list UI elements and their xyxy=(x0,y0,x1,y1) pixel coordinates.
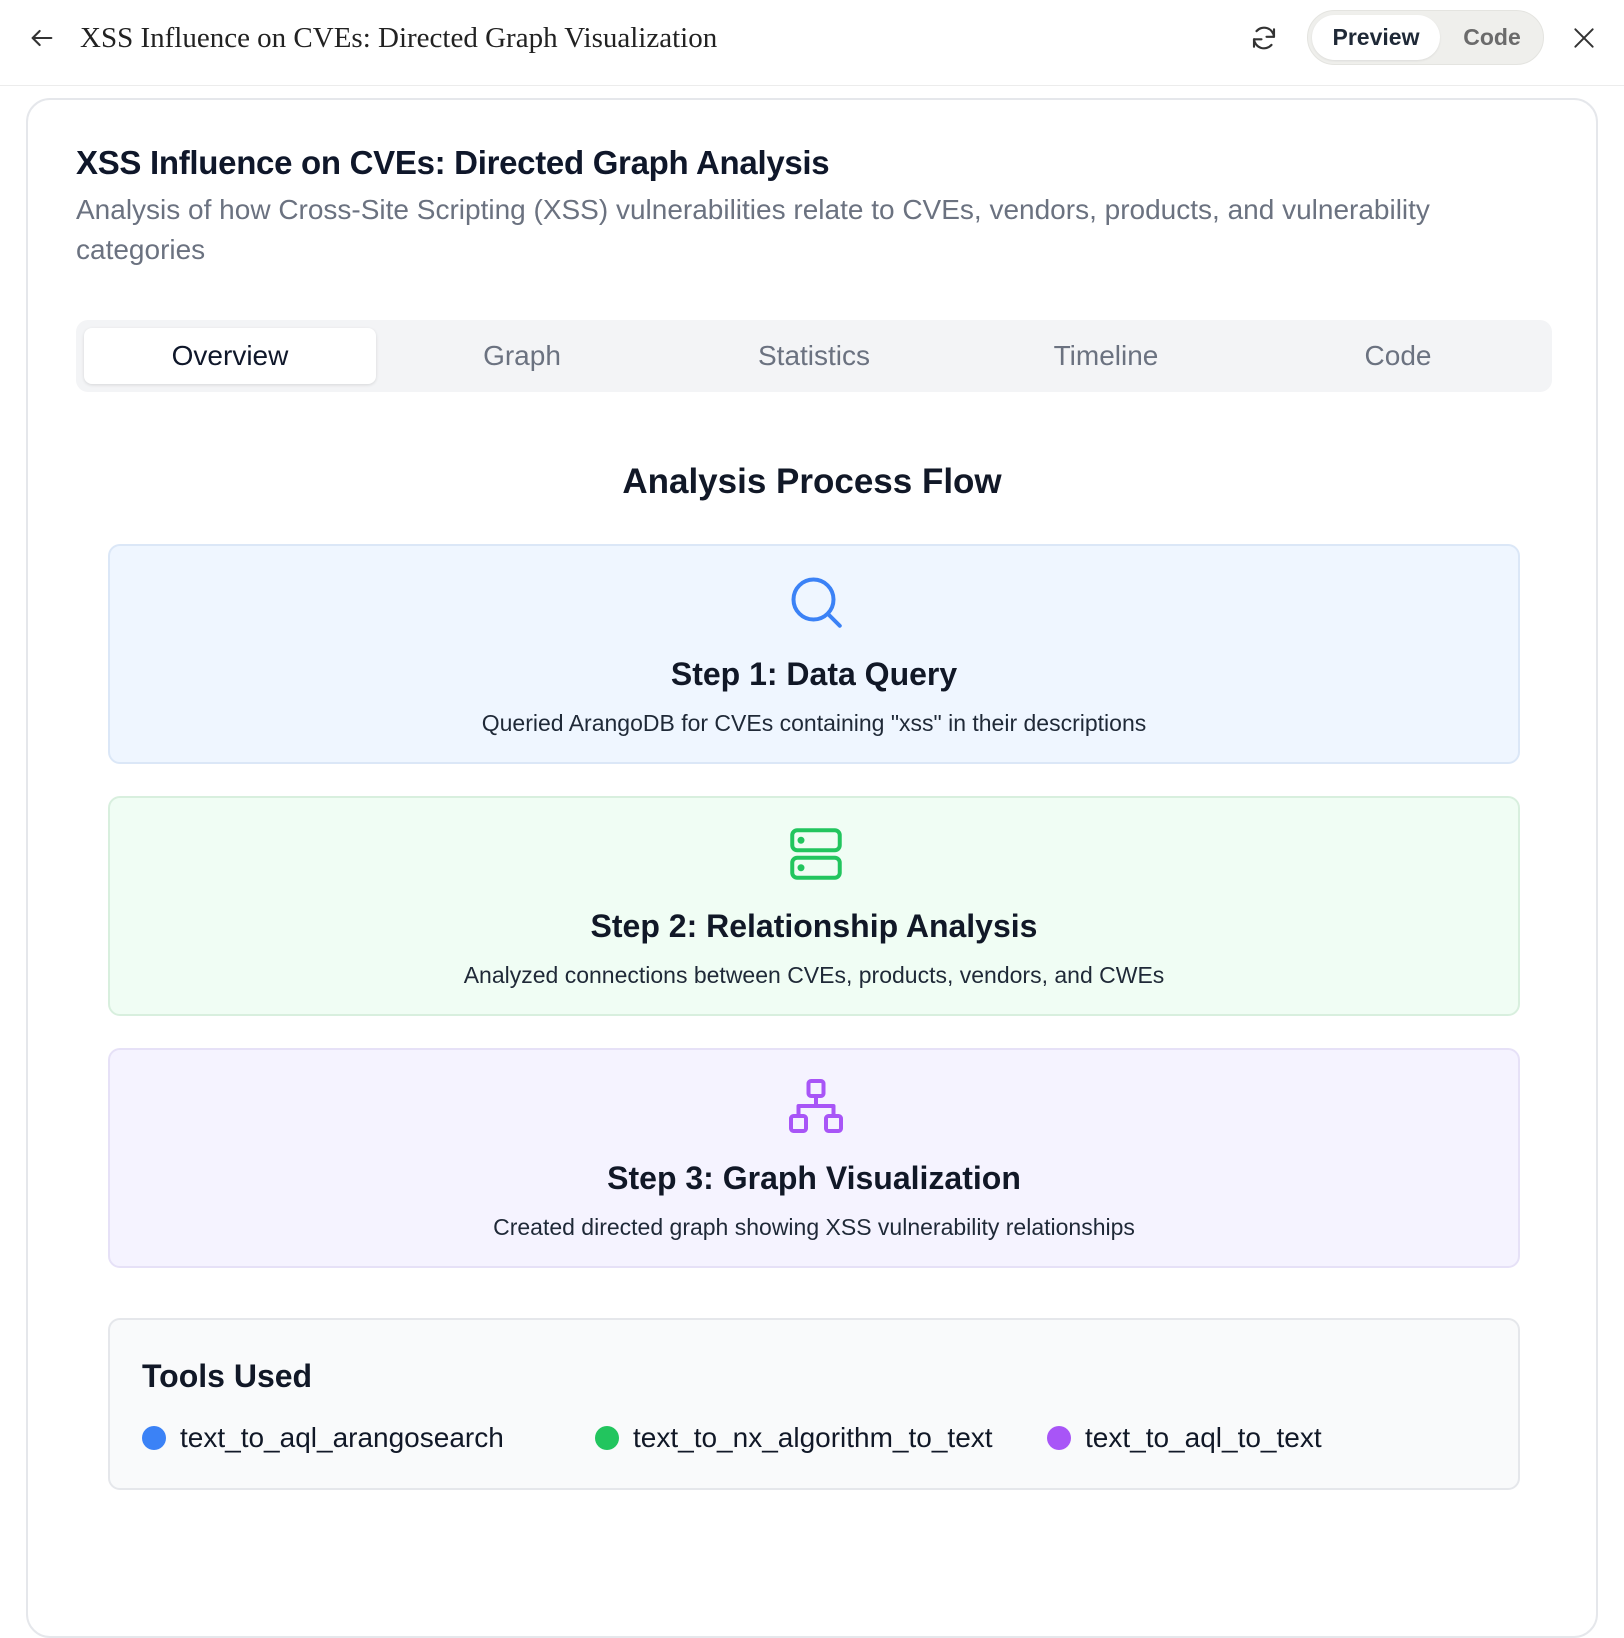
tool-dot-blue xyxy=(142,1426,166,1450)
back-button[interactable] xyxy=(22,20,62,56)
tool-dot-green xyxy=(595,1426,619,1450)
tab-overview[interactable]: Overview xyxy=(84,328,376,384)
step-title: Step 2: Relationship Analysis xyxy=(590,908,1038,944)
tool-label: text_to_aql_arangosearch xyxy=(180,1422,504,1453)
tool-label: text_to_aql_to_text xyxy=(1085,1422,1322,1453)
tool-dot-purple xyxy=(1047,1426,1071,1450)
tools-used-panel: Tools Used text_to_aql_arangosearch text… xyxy=(108,1318,1520,1490)
arrow-left-icon xyxy=(31,29,53,47)
window-title: XSS Influence on CVEs: Directed Graph Vi… xyxy=(80,22,718,54)
page-title: XSS Influence on CVEs: Directed Graph An… xyxy=(76,144,830,181)
step-card-graph-visualization: Step 3: Graph Visualization Created dire… xyxy=(108,1048,1520,1268)
tab-statistics[interactable]: Statistics xyxy=(668,328,960,384)
tab-code[interactable]: Code xyxy=(1252,328,1544,384)
top-bar: XSS Influence on CVEs: Directed Graph Vi… xyxy=(0,0,1624,86)
section-heading: Analysis Process Flow xyxy=(622,462,1002,501)
step-title: Step 1: Data Query xyxy=(670,656,958,692)
step-title: Step 3: Graph Visualization xyxy=(607,1160,1021,1196)
step-description: Created directed graph showing XSS vulne… xyxy=(493,1214,1135,1240)
close-button[interactable] xyxy=(1564,18,1604,58)
step-description: Queried ArangoDB for CVEs containing "xs… xyxy=(481,710,1147,736)
step-card-data-query: Step 1: Data Query Queried ArangoDB for … xyxy=(108,544,1520,764)
code-toggle-button[interactable]: Code xyxy=(1444,15,1540,60)
preview-toggle-button[interactable]: Preview xyxy=(1312,15,1440,60)
refresh-button[interactable] xyxy=(1244,18,1284,58)
view-toggle: Preview Code xyxy=(1307,10,1544,65)
server-icon xyxy=(790,828,842,880)
tools-title: Tools Used xyxy=(142,1358,313,1394)
tool-label: text_to_nx_algorithm_to_text xyxy=(633,1422,993,1453)
step-card-relationship-analysis: Step 2: Relationship Analysis Analyzed c… xyxy=(108,796,1520,1016)
step-description: Analyzed connections between CVEs, produ… xyxy=(463,962,1165,988)
artifact-card: XSS Influence on CVEs: Directed Graph An… xyxy=(26,98,1598,1638)
tab-timeline[interactable]: Timeline xyxy=(960,328,1252,384)
close-icon xyxy=(1574,28,1594,48)
network-icon xyxy=(789,1079,843,1133)
refresh-icon xyxy=(1252,26,1276,50)
page-subtitle: Analysis of how Cross-Site Scripting (XS… xyxy=(76,194,1430,265)
tab-graph[interactable]: Graph xyxy=(376,328,668,384)
tab-bar: Overview Graph Statistics Timeline Code xyxy=(76,320,1552,392)
search-icon xyxy=(791,577,842,628)
